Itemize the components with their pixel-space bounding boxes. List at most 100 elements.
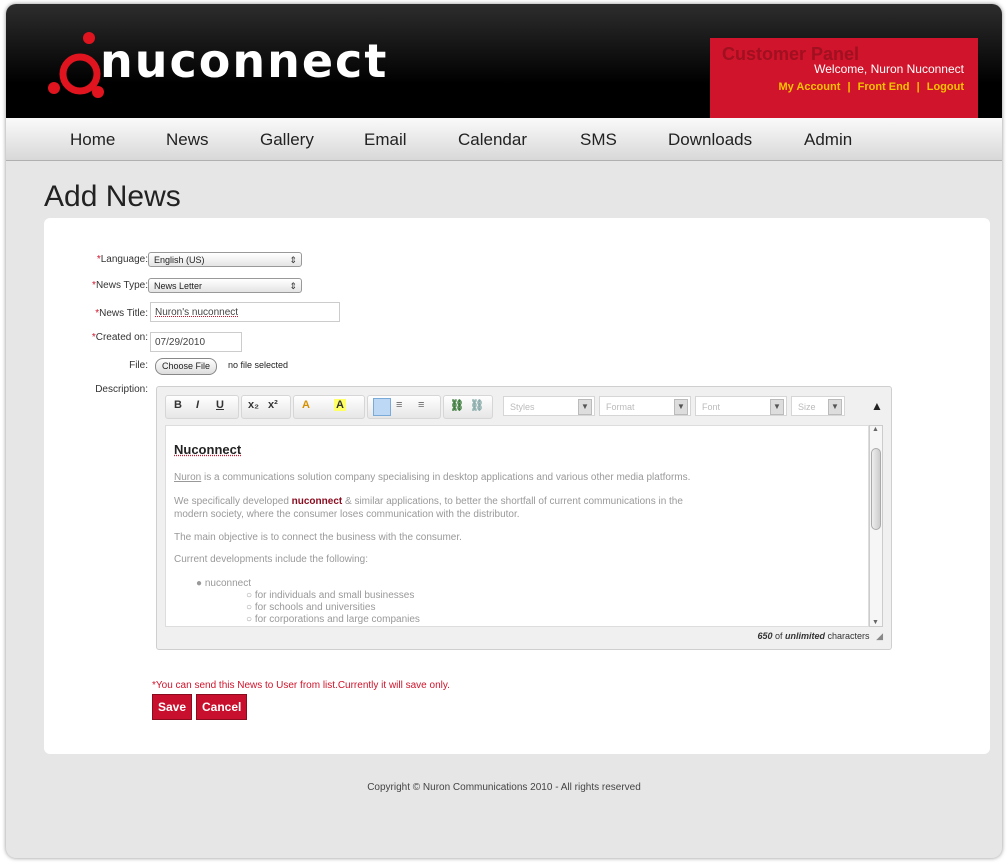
align-center-icon[interactable]: ≡: [396, 399, 402, 411]
italic-button[interactable]: I: [196, 399, 199, 411]
link-separator: |: [916, 81, 920, 93]
resize-handle-icon[interactable]: ◢: [876, 631, 883, 641]
nav-item-downloads[interactable]: Downloads: [668, 130, 752, 150]
file-label: File:: [129, 360, 148, 371]
font-combo-label: Font: [702, 402, 721, 412]
text-color-button[interactable]: A: [302, 399, 310, 411]
content-text: for corporations and large companies: [254, 614, 420, 625]
footer-copyright: Copyright © Nuron Communications 2010 - …: [367, 782, 641, 793]
cancel-button[interactable]: Cancel: [196, 694, 248, 720]
select-arrow-icon: ⇕: [289, 281, 297, 291]
content-paragraph: The main objective is to connect the bus…: [174, 532, 462, 543]
subscript-button[interactable]: x₂: [248, 399, 259, 411]
content-text: & similar applications, to better the sh…: [342, 496, 683, 507]
bold-button[interactable]: B: [174, 399, 182, 411]
link-separator: |: [847, 81, 851, 93]
size-combo-label: Size: [798, 402, 816, 412]
styles-combo-label: Styles: [510, 402, 535, 412]
collapse-toolbar-icon[interactable]: ▲: [871, 399, 883, 413]
toolbar-group-basic: B I U: [165, 395, 239, 419]
content-paragraph: Nuron is a communications solution compa…: [174, 472, 690, 483]
scrollbar-thumb[interactable]: [871, 448, 881, 530]
circle-bullet-icon: ○: [246, 614, 255, 625]
news-title-input[interactable]: Nuron's nuconnect: [150, 302, 340, 322]
header: nuconnect Customer Panel Welcome, Nuron …: [6, 4, 1002, 118]
circle-bullet-icon: ○: [246, 602, 255, 613]
main-nav: Home News Gallery Email Calendar SMS Dow…: [6, 118, 1002, 161]
content-paragraph: We specifically developed nuconnect & si…: [174, 496, 683, 507]
language-value: English (US): [154, 255, 205, 265]
file-status: no file selected: [228, 360, 289, 370]
created-on-input[interactable]: 07/29/2010: [150, 332, 242, 352]
status-text: characters: [825, 631, 870, 641]
created-on-label-text: Created on:: [95, 332, 148, 343]
superscript-button[interactable]: x²: [268, 399, 278, 411]
save-button[interactable]: Save: [152, 694, 193, 720]
news-title-label-text: News Title:: [99, 308, 148, 319]
toolbar-group-link: ⛓ ⛓: [443, 395, 493, 419]
combo-arrow-icon: ▼: [770, 399, 784, 415]
description-editor: B I U x₂ x² A A ≡ ≡ ⛓ ⛓ Styles ▼ Format …: [156, 386, 892, 650]
language-label: *Language:: [64, 254, 148, 265]
nav-item-sms[interactable]: SMS: [580, 130, 617, 150]
brand-name: nuconnect: [100, 34, 389, 88]
content-text: for schools and universities: [254, 602, 376, 613]
content-sub-item: ○ for individuals and small businesses: [246, 590, 414, 601]
panel-links: My Account | Front End | Logout: [778, 81, 964, 93]
combo-arrow-icon: ▼: [578, 399, 592, 415]
select-arrow-icon: ⇕: [289, 255, 297, 265]
editor-content[interactable]: Nuconnect Nuron is a communications solu…: [165, 425, 869, 627]
news-type-select[interactable]: News Letter ⇕: [148, 278, 302, 293]
scroll-down-icon[interactable]: ▼: [872, 619, 879, 626]
language-select[interactable]: English (US) ⇕: [148, 252, 302, 267]
logout-link[interactable]: Logout: [927, 81, 964, 93]
choose-file-button[interactable]: Choose File: [155, 358, 218, 375]
add-news-form: *Language: English (US) ⇕ *News Type: New…: [44, 218, 990, 754]
page-title: Add News: [44, 180, 181, 213]
front-end-link[interactable]: Front End: [858, 81, 910, 93]
toolbar-group-script: x₂ x²: [241, 395, 291, 419]
underline-button[interactable]: U: [216, 399, 224, 411]
language-label-text: Language:: [100, 254, 148, 265]
content-paragraph: Current developments include the followi…: [174, 554, 368, 565]
combo-arrow-icon: ▼: [828, 399, 842, 415]
align-right-icon[interactable]: ≡: [418, 399, 424, 411]
link-icon[interactable]: ⛓: [450, 399, 464, 412]
styles-combo[interactable]: Styles ▼: [503, 396, 595, 416]
content-heading: Nuconnect: [174, 442, 242, 457]
combo-arrow-icon: ▼: [674, 399, 688, 415]
format-combo-label: Format: [606, 402, 635, 412]
content-text: We specifically developed: [174, 496, 292, 507]
nav-item-gallery[interactable]: Gallery: [260, 130, 314, 150]
format-combo[interactable]: Format ▼: [599, 396, 691, 416]
unlink-icon[interactable]: ⛓: [470, 399, 484, 412]
bullet-icon: ●: [196, 578, 203, 589]
align-left-icon[interactable]: [373, 398, 391, 416]
created-on-label: *Created on:: [64, 332, 148, 343]
nav-item-home[interactable]: Home: [70, 130, 115, 150]
news-type-value: News Letter: [154, 281, 203, 291]
send-note: *You can send this News to User from lis…: [152, 680, 450, 691]
nav-item-news[interactable]: News: [166, 130, 209, 150]
news-type-label: *News Type:: [64, 280, 148, 291]
app-window: nuconnect Customer Panel Welcome, Nuron …: [6, 4, 1002, 858]
font-combo[interactable]: Font ▼: [695, 396, 787, 416]
background-color-button[interactable]: A: [334, 399, 346, 411]
my-account-link[interactable]: My Account: [778, 81, 840, 93]
editor-scrollbar[interactable]: ▲ ▼: [869, 425, 883, 627]
nav-item-email[interactable]: Email: [364, 130, 407, 150]
nav-item-calendar[interactable]: Calendar: [458, 130, 527, 150]
toolbar-group-align: ≡ ≡: [367, 395, 441, 419]
nav-item-admin[interactable]: Admin: [804, 130, 852, 150]
editor-status-bar: 650 of unlimited characters ◢: [165, 627, 883, 645]
content-paragraph: modern society, where the consumer loses…: [174, 509, 520, 520]
circle-bullet-icon: ○: [246, 590, 255, 601]
description-label: Description:: [95, 384, 148, 395]
content-link[interactable]: Nuron: [174, 472, 201, 483]
size-combo[interactable]: Size ▼: [791, 396, 845, 416]
status-text: of: [772, 631, 786, 641]
news-type-label-text: News Type:: [95, 280, 148, 291]
scroll-up-icon[interactable]: ▲: [872, 426, 879, 433]
content-bold-text: nuconnect: [291, 496, 343, 507]
character-count: 650: [757, 631, 773, 641]
